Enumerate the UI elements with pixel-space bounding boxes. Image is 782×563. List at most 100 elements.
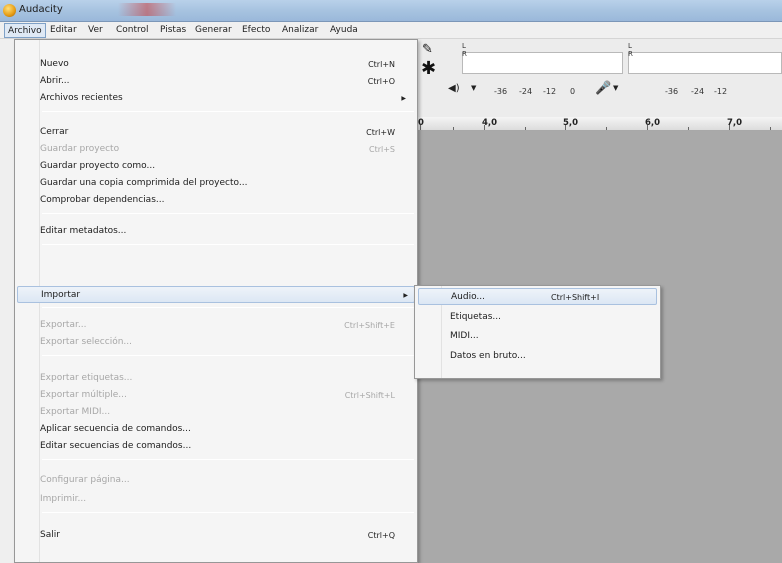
- scale-label: -12: [543, 87, 557, 96]
- menu-ayuda[interactable]: Ayuda: [327, 23, 361, 38]
- menu-item-exportar-midi[interactable]: Exportar MIDI...: [40, 404, 414, 421]
- menu-item-importar[interactable]: Importar ▶: [17, 286, 415, 303]
- menu-item-label: Exportar...: [40, 320, 87, 330]
- menu-efecto[interactable]: Efecto: [239, 23, 273, 38]
- recording-meter[interactable]: L R: [628, 42, 782, 74]
- meter-channel-r: R: [462, 50, 467, 58]
- menu-item-label: Cerrar: [40, 127, 69, 137]
- submenu-item-datos-en-bruto[interactable]: Datos en bruto...: [450, 348, 650, 365]
- meter-channel-l-2: L: [628, 42, 632, 50]
- menu-item-nuevo[interactable]: Nuevo Ctrl+N: [40, 56, 414, 73]
- meter-channel-r-2: R: [628, 50, 633, 58]
- timeline-ruler[interactable]: 0 4,0 5,0 6,0 7,0: [418, 117, 782, 131]
- menu-separator: [42, 307, 414, 308]
- menu-item-shortcut: Ctrl+N: [368, 60, 395, 69]
- menu-item-shortcut: Ctrl+Q: [367, 531, 395, 540]
- menu-item-guardar-como[interactable]: Guardar proyecto como...: [40, 158, 414, 175]
- menu-separator: [42, 111, 414, 112]
- menu-item-guardar-proyecto[interactable]: Guardar proyecto Ctrl+S: [40, 141, 414, 158]
- timeline-tick: [770, 127, 771, 130]
- menu-item-imprimir[interactable]: Imprimir...: [40, 491, 414, 508]
- menu-item-label: Imprimir...: [40, 494, 87, 504]
- submenu-item-label: MIDI...: [450, 331, 479, 341]
- window-title: Audacity: [19, 4, 63, 15]
- menu-item-abrir[interactable]: Abrir... Ctrl+O: [40, 73, 414, 90]
- meter-channel-l: L: [462, 42, 466, 50]
- menu-item-label: Importar: [41, 290, 81, 300]
- menu-item-shortcut: Ctrl+Shift+L: [344, 391, 395, 400]
- timeline-tick: [565, 125, 566, 130]
- menu-item-archivos-recientes[interactable]: Archivos recientes ▶: [40, 90, 414, 107]
- menu-item-label: Comprobar dependencias...: [40, 195, 165, 205]
- submenu-item-audio[interactable]: Audio... Ctrl+Shift+I: [418, 288, 657, 305]
- menu-item-exportar-multiple[interactable]: Exportar múltiple... Ctrl+Shift+L: [40, 387, 414, 404]
- scale-label: -24: [691, 87, 705, 96]
- scale-label: -24: [519, 87, 533, 96]
- menu-separator: [42, 512, 414, 513]
- file-menu-dropdown: Nuevo Ctrl+N Abrir... Ctrl+O Archivos re…: [14, 39, 418, 563]
- timeline-tick: [453, 127, 454, 130]
- speaker-icon[interactable]: ◀): [448, 83, 460, 94]
- menu-separator: [42, 244, 414, 245]
- menu-ver[interactable]: Ver: [85, 23, 106, 38]
- menu-separator: [42, 213, 414, 214]
- scale-label: 0: [570, 87, 576, 96]
- chevron-down-icon[interactable]: ▼: [471, 84, 476, 92]
- menu-item-shortcut: Ctrl+O: [367, 77, 395, 86]
- pencil-icon[interactable]: ✎: [422, 42, 433, 57]
- menu-item-label: Exportar etiquetas...: [40, 373, 133, 383]
- chevron-down-icon-2[interactable]: ▼: [613, 84, 618, 92]
- submenu-arrow-icon: ▶: [401, 95, 406, 102]
- timeline-tick: [647, 125, 648, 130]
- menu-item-label: Guardar una copia comprimida del proyect…: [40, 178, 248, 188]
- menu-item-guardar-copia[interactable]: Guardar una copia comprimida del proyect…: [40, 175, 414, 192]
- menu-separator: [42, 355, 414, 356]
- title-bar: Audacity: [0, 0, 782, 22]
- menu-item-editar-secuencias[interactable]: Editar secuencias de comandos...: [40, 438, 414, 455]
- microphone-icon[interactable]: 🎤: [595, 81, 611, 96]
- menu-item-label: Exportar selección...: [40, 337, 132, 347]
- submenu-arrow-icon: ▶: [403, 292, 408, 299]
- submenu-item-label: Etiquetas...: [450, 312, 501, 322]
- menu-pistas[interactable]: Pistas: [157, 23, 189, 38]
- submenu-item-midi[interactable]: MIDI...: [450, 328, 650, 345]
- menu-analizar[interactable]: Analizar: [279, 23, 321, 38]
- menu-item-label: Guardar proyecto: [40, 144, 120, 154]
- menu-item-label: Guardar proyecto como...: [40, 161, 156, 171]
- menu-editar[interactable]: Editar: [47, 23, 80, 38]
- scale-label: -12: [714, 87, 728, 96]
- submenu-item-shortcut: Ctrl+Shift+I: [551, 293, 600, 302]
- menu-item-exportar-etiquetas[interactable]: Exportar etiquetas...: [40, 370, 414, 387]
- audacity-logo-icon: [3, 4, 16, 17]
- menu-generar[interactable]: Generar: [192, 23, 235, 38]
- submenu-item-label: Datos en bruto...: [450, 351, 526, 361]
- menu-archivo[interactable]: Archivo: [4, 23, 46, 38]
- submenu-item-etiquetas[interactable]: Etiquetas...: [450, 309, 650, 326]
- menu-item-salir[interactable]: Salir Ctrl+Q: [40, 527, 414, 544]
- menu-item-exportar[interactable]: Exportar... Ctrl+Shift+E: [40, 317, 414, 334]
- menu-separator: [42, 459, 414, 460]
- playback-meter[interactable]: L R: [462, 42, 623, 74]
- timeline-tick: [484, 125, 485, 130]
- menu-item-shortcut: Ctrl+S: [368, 145, 395, 154]
- timeline-tick: [525, 127, 526, 130]
- menu-item-shortcut: Ctrl+Shift+E: [344, 321, 395, 330]
- window-left-edge: [0, 39, 14, 563]
- menu-item-exportar-seleccion[interactable]: Exportar selección...: [40, 334, 414, 351]
- menu-item-configurar-pagina[interactable]: Configurar página...: [40, 472, 414, 489]
- menu-item-comprobar-dependencias[interactable]: Comprobar dependencias...: [40, 192, 414, 209]
- menu-item-editar-metadatos[interactable]: Editar metadatos...: [40, 223, 414, 240]
- scale-label: -36: [494, 87, 508, 96]
- menu-item-shortcut: Ctrl+W: [366, 128, 395, 137]
- menu-item-aplicar-secuencia[interactable]: Aplicar secuencia de comandos...: [40, 421, 414, 438]
- scale-label: -36: [665, 87, 679, 96]
- menu-item-label: Salir: [40, 530, 60, 540]
- toolbar-area: ✎ ✱ L R L R ◀) ▼ 🎤 ▼ -36 -24 -12 0 -36 -…: [418, 39, 782, 117]
- timeline-tick: [606, 127, 607, 130]
- menu-control[interactable]: Control: [113, 23, 152, 38]
- title-bar-highlight: [118, 3, 176, 16]
- menu-item-label: Editar metadatos...: [40, 226, 127, 236]
- asterisk-icon[interactable]: ✱: [421, 60, 436, 78]
- menu-item-cerrar[interactable]: Cerrar Ctrl+W: [40, 124, 414, 141]
- menu-bar: Archivo Editar Ver Control Pistas Genera…: [0, 22, 782, 39]
